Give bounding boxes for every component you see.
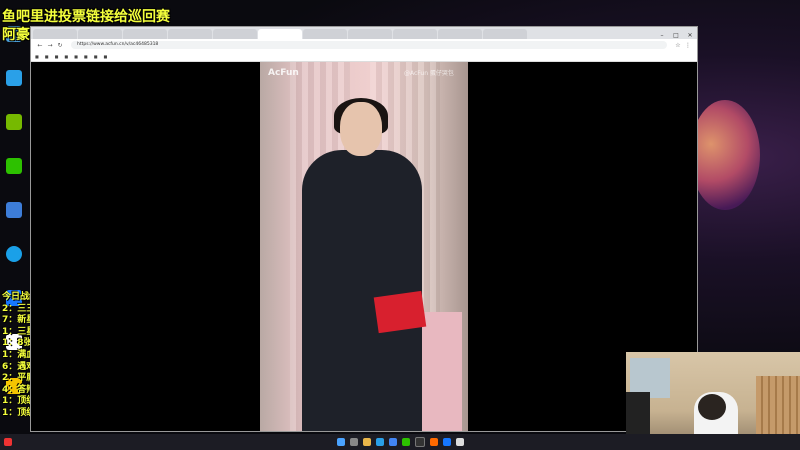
wechat-taskbar-icon[interactable] [401, 438, 410, 446]
browser-window: – □ ✕ ← → ↻ https://www.acfun.cn/v/ac464… [30, 26, 698, 432]
edge-icon [6, 246, 22, 262]
todesk-taskbar-icon[interactable] [442, 438, 451, 446]
obs-icon[interactable] [414, 437, 425, 447]
bookmark-item[interactable]: ■ [74, 54, 78, 59]
headline-line-1: 鱼吧里进投票链接给巡回赛 [2, 9, 170, 25]
taskbar [0, 434, 800, 450]
start-icon[interactable] [336, 438, 345, 446]
address-row: ← → ↻ https://www.acfun.cn/v/ac46485318 … [31, 39, 697, 51]
explorer-icon[interactable] [362, 438, 371, 446]
video-person-head [340, 102, 382, 156]
minimize-icon[interactable]: – [655, 32, 669, 39]
browser-tab[interactable] [168, 29, 212, 39]
bookmark-item[interactable]: ■ [45, 54, 49, 59]
video-watermark: @AcFun 蛋仔哭包 [404, 70, 454, 77]
address-bar[interactable]: https://www.acfun.cn/v/ac46485318 [71, 41, 667, 49]
extensions-icon[interactable]: ⋮ [683, 42, 693, 49]
app-taskbar-icon[interactable] [455, 438, 464, 446]
close-icon[interactable]: ✕ [683, 32, 697, 39]
wechat-icon [6, 158, 22, 174]
bookmark-item[interactable]: ■ [64, 54, 68, 59]
search-icon[interactable] [349, 438, 358, 446]
desktop-icon-5[interactable] [0, 196, 28, 240]
control-panel-icon [6, 202, 22, 218]
wallpaper-orb [690, 100, 760, 210]
browser-tab[interactable] [303, 29, 347, 39]
app-taskbar-icon[interactable] [429, 438, 438, 446]
forward-icon[interactable]: → [45, 42, 55, 49]
bookmark-item[interactable]: ■ [55, 54, 59, 59]
video-viewport[interactable]: AcFun @AcFun 蛋仔哭包 [31, 62, 697, 431]
desktop-icon-2[interactable] [0, 64, 28, 108]
browser-tab[interactable] [393, 29, 437, 39]
bookmark-item[interactable]: ■ [94, 54, 98, 59]
desktop-icon-6[interactable] [0, 240, 28, 284]
browser-tab[interactable] [348, 29, 392, 39]
chrome-icon[interactable] [388, 438, 397, 446]
browser-tab[interactable] [213, 29, 257, 39]
reload-icon[interactable]: ↻ [55, 42, 65, 49]
video-player[interactable]: AcFun @AcFun 蛋仔哭包 [260, 62, 468, 431]
star-icon[interactable]: ☆ [673, 42, 683, 49]
browser-tab[interactable] [78, 29, 122, 39]
bookmark-item[interactable]: ■ [103, 54, 107, 59]
acfun-logo: AcFun [268, 68, 299, 78]
desktop-icon-4[interactable] [0, 152, 28, 196]
bookmark-item[interactable]: ■ [35, 54, 39, 59]
browser-tab[interactable] [438, 29, 482, 39]
maximize-icon[interactable]: □ [669, 32, 683, 39]
browser-tab[interactable] [123, 29, 167, 39]
taskbar-widget-icon[interactable] [4, 438, 12, 446]
desktop-icon-3[interactable] [0, 108, 28, 152]
nvidia-icon [6, 114, 22, 130]
desktop-background: 鱼吧里进投票链接给巡回赛 阿豪et数下票 今日战绩： 2：三三星4费 7：新星狂… [0, 0, 800, 450]
edge-taskbar-icon[interactable] [375, 438, 384, 446]
video-person-body [302, 150, 422, 431]
browser-tab[interactable] [33, 29, 77, 39]
tab-bar: – □ ✕ [31, 27, 697, 39]
browser-tab[interactable] [483, 29, 527, 39]
bookmark-item[interactable]: ■ [84, 54, 88, 59]
monitor-icon [6, 70, 22, 86]
video-red-packet [373, 290, 427, 334]
webcam-person-head [698, 394, 726, 420]
window-controls: – □ ✕ [655, 32, 697, 39]
browser-tab-active[interactable] [258, 29, 302, 39]
back-icon[interactable]: ← [35, 42, 45, 49]
bookmarks-bar: ■ ■ ■ ■ ■ ■ ■ ■ [31, 51, 697, 62]
